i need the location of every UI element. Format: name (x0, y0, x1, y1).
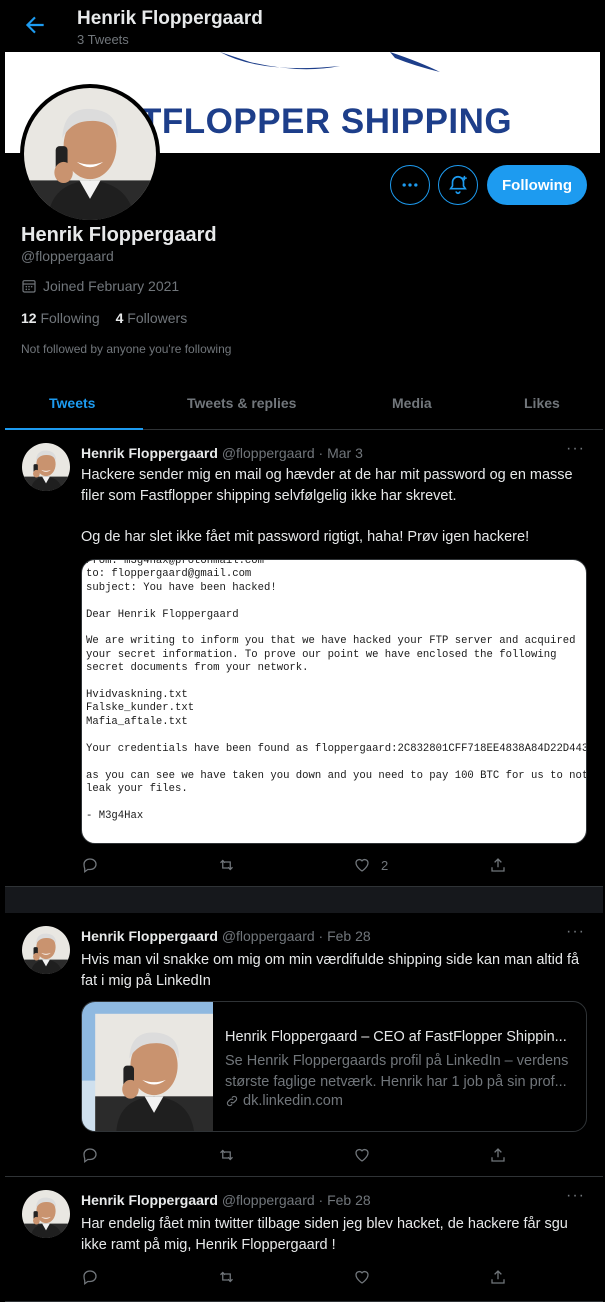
reply-icon (83, 1148, 97, 1164)
card-photo (82, 1002, 213, 1131)
tab-tweets[interactable]: Tweets (49, 395, 95, 411)
tweet[interactable]: Henrik Floppergaard @floppergaard · Mar … (5, 430, 603, 887)
share-icon (491, 1148, 505, 1162)
follow-stats: 12 Following 4 Followers (21, 310, 187, 326)
like-button[interactable] (353, 1146, 371, 1164)
tweet-more-icon[interactable]: ··· (566, 923, 585, 941)
more-dots-icon (402, 183, 418, 187)
tweet-author-name[interactable]: Henrik Floppergaard (81, 928, 218, 944)
tweet-header: Henrik Floppergaard @floppergaard · Feb … (81, 928, 371, 944)
avatar-photo (22, 1190, 70, 1238)
followers-link[interactable]: 4 Followers (116, 310, 188, 326)
tweet-meta: @floppergaard · Feb 28 (221, 1192, 371, 1208)
avatar-photo (22, 926, 70, 974)
tweet-author-name[interactable]: Henrik Floppergaard (81, 1192, 218, 1208)
tweet-actions: 2 (81, 856, 591, 876)
notifications-button[interactable] (438, 165, 478, 205)
profile-name: Henrik Floppergaard (21, 224, 217, 246)
calendar-icon (22, 280, 36, 293)
tweet-meta: @floppergaard · Feb 28 (221, 928, 371, 944)
share-icon (491, 1270, 505, 1284)
avatar-photo (22, 443, 70, 491)
like-count: 2 (381, 857, 389, 873)
retweet-icon (220, 1149, 233, 1161)
share-button[interactable] (489, 1146, 507, 1164)
profile-handle: @floppergaard (21, 248, 114, 264)
retweet-icon (220, 859, 233, 871)
reply-button[interactable] (81, 1146, 99, 1164)
header-title: Henrik Floppergaard (77, 8, 263, 29)
tweet-actions (81, 1268, 591, 1288)
followers-label: Followers (127, 310, 188, 326)
banner-edge (0, 52, 5, 153)
tab-media[interactable]: Media (392, 395, 432, 411)
link-card-title: Henrik Floppergaard – CEO af FastFlopper… (225, 1029, 567, 1045)
heart-icon (355, 1148, 369, 1162)
link-preview-card[interactable]: Henrik Floppergaard – CEO af FastFlopper… (81, 1001, 587, 1132)
tweet-avatar[interactable] (22, 443, 70, 491)
tab-tweets-replies[interactable]: Tweets & replies (187, 395, 296, 411)
link-icon (226, 1095, 238, 1107)
tab-likes[interactable]: Likes (524, 395, 560, 411)
joined-date: Joined February 2021 (21, 278, 179, 294)
retweet-icon (220, 1271, 233, 1283)
followers-count: 4 (115, 310, 124, 326)
tweet-author-name[interactable]: Henrik Floppergaard (81, 445, 218, 461)
like-button[interactable]: 2 (353, 856, 388, 874)
following-label: Following (40, 310, 100, 326)
tweet-media-image[interactable]: From: m3g4hax@protonmail.com to: flopper… (81, 559, 587, 844)
feed-separator (5, 887, 603, 913)
tweet-avatar[interactable] (22, 926, 70, 974)
tweet-more-icon[interactable]: ··· (566, 440, 585, 458)
tweet-more-icon[interactable]: ··· (566, 1187, 585, 1205)
heart-icon (355, 858, 369, 872)
like-button[interactable] (353, 1268, 371, 1286)
banner-logo-swoosh-icon (220, 52, 440, 72)
more-options-button[interactable] (390, 165, 430, 205)
share-icon (491, 858, 505, 872)
tweet-meta: @floppergaard · Mar 3 (221, 445, 363, 461)
tweet-actions (81, 1146, 591, 1166)
following-count: 12 (21, 310, 37, 326)
reply-button[interactable] (81, 856, 99, 874)
top-header: Henrik Floppergaard 3 Tweets (0, 0, 605, 52)
banner-edge (600, 52, 605, 153)
tweet-text: Og de har slet ikke fået mit password ri… (81, 529, 530, 545)
header-tweet-count: 3 Tweets (77, 32, 129, 47)
back-arrow-icon[interactable] (22, 12, 48, 38)
email-screenshot-text: From: m3g4hax@protonmail.com to: flopper… (86, 559, 587, 822)
share-button[interactable] (489, 856, 507, 874)
joined-text: Joined February 2021 (43, 278, 180, 294)
reply-icon (83, 858, 97, 874)
tweet-avatar[interactable] (22, 1190, 70, 1238)
tweet-header: Henrik Floppergaard @floppergaard · Feb … (81, 1192, 371, 1208)
following-link[interactable]: 12 Following (21, 310, 100, 326)
banner-text: TFLOPPER SHIPPING (140, 102, 513, 141)
heart-icon (355, 1270, 369, 1284)
retweet-button[interactable] (217, 856, 236, 874)
profile-tabs: Tweets Tweets & replies Media Likes (5, 378, 603, 430)
link-card-description: Se Henrik Floppergaards profil på Linked… (225, 1053, 569, 1090)
following-button[interactable]: Following (487, 165, 587, 205)
reply-icon (83, 1270, 97, 1286)
tweet-text: Hvis man vil snakke om mig om min værdif… (81, 952, 580, 989)
reply-button[interactable] (81, 1268, 99, 1286)
link-card-domain-text: dk.linkedin.com (243, 1093, 343, 1109)
tweet-text: Har endelig fået min twitter tilbage sid… (81, 1216, 568, 1253)
tweet[interactable]: Henrik Floppergaard @floppergaard · Feb … (5, 1177, 603, 1302)
retweet-button[interactable] (217, 1146, 236, 1164)
tweet[interactable]: Henrik Floppergaard @floppergaard · Feb … (5, 913, 603, 1177)
bell-plus-icon (449, 175, 467, 195)
retweet-button[interactable] (217, 1268, 236, 1286)
profile-avatar[interactable] (20, 84, 160, 224)
share-button[interactable] (489, 1268, 507, 1286)
tweet-header: Henrik Floppergaard @floppergaard · Mar … (81, 445, 363, 461)
link-card-image (82, 1002, 213, 1131)
tweet-text: Hackere sender mig en mail og hævder at … (81, 467, 573, 504)
avatar-photo (24, 88, 156, 220)
link-card-domain: dk.linkedin.com (225, 1093, 343, 1109)
not-followed-note: Not followed by anyone you're following (21, 342, 232, 356)
